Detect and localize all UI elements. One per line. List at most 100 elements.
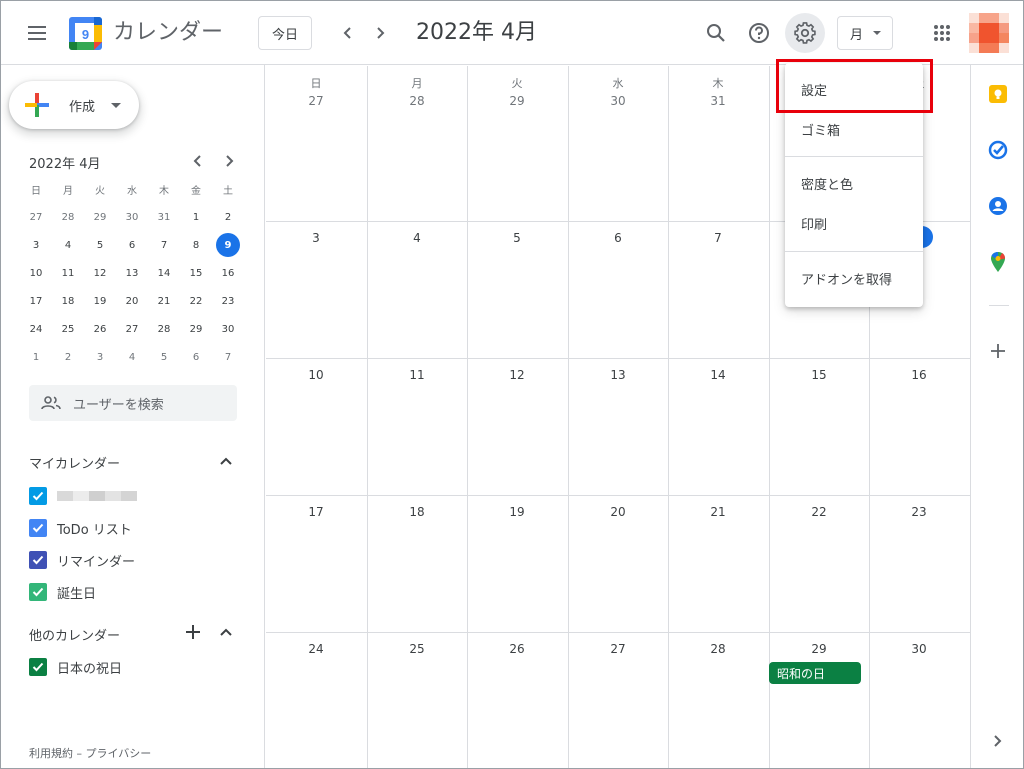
mini-day[interactable]: 28 [52,203,84,231]
calendar-list-item[interactable] [29,484,137,508]
menu-item-density-color[interactable]: 密度と色 [785,165,923,201]
mini-day[interactable]: 10 [20,259,52,287]
keep-icon[interactable] [987,83,1009,105]
day-number[interactable]: 14 [668,368,768,382]
calendar-list-item[interactable]: ToDo リスト [29,516,132,540]
mini-day[interactable]: 31 [148,203,180,231]
view-selector[interactable]: 月 [837,16,893,50]
mini-day[interactable]: 13 [116,259,148,287]
mini-day[interactable]: 25 [52,315,84,343]
add-icon[interactable] [987,340,1009,362]
day-number[interactable]: 31 [668,94,768,108]
day-number[interactable]: 10 [266,368,366,382]
mini-day[interactable]: 30 [212,315,244,343]
day-number[interactable]: 30 [869,642,969,656]
mini-day[interactable]: 4 [116,343,148,371]
day-number[interactable]: 23 [869,505,969,519]
mini-day[interactable]: 19 [84,287,116,315]
day-number[interactable]: 18 [367,505,467,519]
day-number[interactable]: 25 [367,642,467,656]
mini-day[interactable]: 1 [180,203,212,231]
checkbox[interactable] [29,551,47,569]
day-number[interactable]: 28 [668,642,768,656]
calendar-list-item[interactable]: 日本の祝日 [29,655,122,679]
holiday-event-chip[interactable]: 昭和の日 [769,662,861,684]
day-number[interactable]: 28 [367,94,467,108]
day-number[interactable]: 7 [668,231,768,245]
day-number[interactable]: 19 [467,505,567,519]
day-number[interactable]: 12 [467,368,567,382]
add-icon[interactable] [183,622,203,642]
mini-day[interactable]: 21 [148,287,180,315]
chevron-up-icon[interactable] [216,622,236,642]
mini-day[interactable]: 28 [148,315,180,343]
day-number[interactable]: 6 [568,231,668,245]
mini-day[interactable]: 7 [148,231,180,259]
day-number[interactable]: 24 [266,642,366,656]
maps-icon[interactable] [987,251,1009,273]
day-number[interactable]: 22 [769,505,869,519]
create-button[interactable]: 作成 [9,81,139,129]
menu-item-trash[interactable]: ゴミ箱 [785,111,923,147]
mini-day[interactable]: 20 [116,287,148,315]
avatar[interactable] [969,13,1009,53]
mini-day[interactable]: 18 [52,287,84,315]
calendar-list-item[interactable]: リマインダー [29,548,135,572]
mini-day[interactable]: 5 [84,231,116,259]
day-number[interactable]: 30 [568,94,668,108]
day-number[interactable]: 20 [568,505,668,519]
day-number[interactable]: 21 [668,505,768,519]
checkbox[interactable] [29,487,47,505]
mini-day[interactable]: 23 [212,287,244,315]
mini-day[interactable]: 9 [212,231,244,259]
checkbox[interactable] [29,583,47,601]
day-number[interactable]: 5 [467,231,567,245]
mini-day[interactable]: 6 [180,343,212,371]
menu-item-get-addons[interactable]: アドオンを取得 [785,260,923,296]
day-number[interactable]: 16 [869,368,969,382]
mini-day[interactable]: 30 [116,203,148,231]
gear-icon[interactable] [785,13,825,53]
mini-day[interactable]: 4 [52,231,84,259]
day-number[interactable]: 27 [568,642,668,656]
mini-day[interactable]: 8 [180,231,212,259]
day-number[interactable]: 26 [467,642,567,656]
mini-day[interactable]: 2 [52,343,84,371]
mini-day[interactable]: 26 [84,315,116,343]
day-number[interactable]: 4 [367,231,467,245]
apps-grid-icon[interactable] [922,13,962,53]
mini-day[interactable]: 2 [212,203,244,231]
mini-day[interactable]: 6 [116,231,148,259]
contacts-icon[interactable] [987,195,1009,217]
mini-day[interactable]: 11 [52,259,84,287]
mini-day[interactable]: 5 [148,343,180,371]
day-number[interactable]: 11 [367,368,467,382]
mini-day[interactable]: 27 [116,315,148,343]
menu-icon[interactable] [17,13,57,53]
mini-day[interactable]: 17 [20,287,52,315]
mini-day[interactable]: 15 [180,259,212,287]
tasks-icon[interactable] [987,139,1009,161]
calendar-list-item[interactable]: 誕生日 [29,580,96,604]
mini-day[interactable]: 16 [212,259,244,287]
day-number[interactable]: 13 [568,368,668,382]
chevron-left-icon[interactable] [186,149,210,173]
chevron-up-icon[interactable] [216,451,236,471]
checkbox[interactable] [29,519,47,537]
footer-links[interactable]: 利用規約 – プライバシー [29,745,151,761]
mini-day[interactable]: 14 [148,259,180,287]
mini-day[interactable]: 24 [20,315,52,343]
chevron-right-icon[interactable] [364,17,396,49]
menu-item-print[interactable]: 印刷 [785,205,923,241]
today-button[interactable]: 今日 [258,16,312,50]
chevron-left-icon[interactable] [332,17,364,49]
day-number[interactable]: 29 [769,642,869,656]
mini-day[interactable]: 22 [180,287,212,315]
search-users-input[interactable]: ユーザーを検索 [29,385,237,421]
mini-day[interactable]: 7 [212,343,244,371]
chevron-right-icon[interactable] [217,149,241,173]
day-number[interactable]: 15 [769,368,869,382]
mini-day[interactable]: 29 [180,315,212,343]
mini-day[interactable]: 27 [20,203,52,231]
day-number[interactable]: 3 [266,231,366,245]
